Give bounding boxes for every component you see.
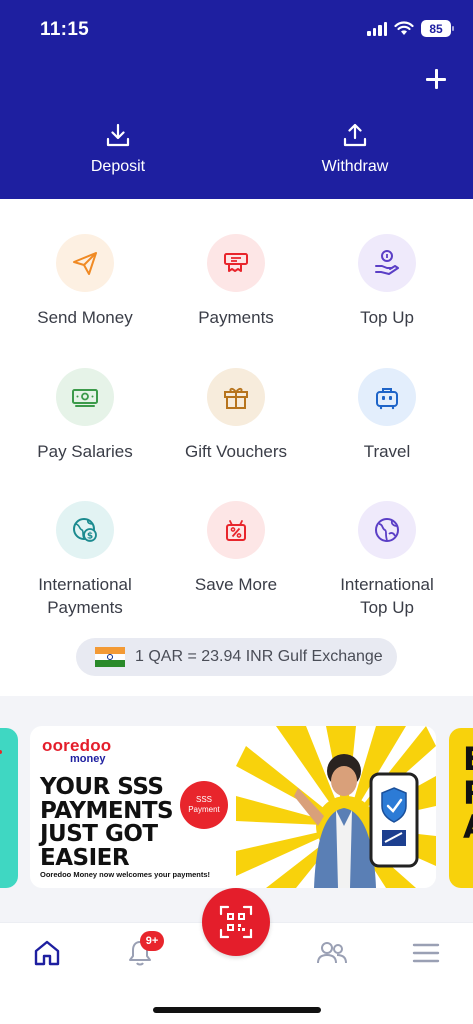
service-payments[interactable]: Payments xyxy=(161,234,311,329)
deposit-button[interactable]: Deposit xyxy=(48,122,188,176)
nav-notifications[interactable]: 9+ xyxy=(120,931,164,973)
signal-icon xyxy=(367,21,387,36)
service-international-top-up[interactable]: International Top Up xyxy=(312,501,462,619)
suitcase-icon xyxy=(376,388,398,410)
travel-icon-bg xyxy=(358,368,416,426)
header-panel: 11:15 85 Deposit Withdraw xyxy=(0,0,473,199)
exchange-rate-text: 1 QAR = 23.94 INR Gulf Exchange xyxy=(135,648,383,665)
india-flag-icon xyxy=(95,647,125,668)
payments-icon-bg xyxy=(207,234,265,292)
previous-banner-peek[interactable] xyxy=(0,728,18,888)
pay-salaries-icon-bg xyxy=(56,368,114,426)
service-save-more[interactable]: Save More xyxy=(161,501,311,596)
banner-tagline: Ooredoo Money now welcomes your payments… xyxy=(40,870,211,879)
save-more-icon-bg xyxy=(207,501,265,559)
international-payments-label: International Payments xyxy=(38,575,132,617)
gift-vouchers-label: Gift Vouchers xyxy=(184,442,288,461)
svg-text:$: $ xyxy=(87,532,93,542)
hand-coin-icon xyxy=(375,250,399,275)
payments-label: Payments xyxy=(198,308,274,327)
notifications-badge: 9+ xyxy=(140,931,164,951)
users-icon xyxy=(317,942,347,964)
gift-box-icon xyxy=(224,387,248,409)
menu-icon xyxy=(412,943,440,963)
add-button[interactable] xyxy=(423,66,449,92)
qr-scan-icon xyxy=(219,905,253,939)
service-pay-salaries[interactable]: Pay Salaries xyxy=(10,368,160,463)
send-money-label: Send Money xyxy=(37,308,133,327)
cash-icon xyxy=(72,389,98,407)
service-send-money[interactable]: Send Money xyxy=(10,234,160,329)
discount-gift-icon xyxy=(226,520,246,541)
upload-tray-icon xyxy=(343,123,367,147)
banner-headline: YOUR SSS PAYMENTS JUST GOT EASIER xyxy=(40,774,174,871)
nav-contacts[interactable] xyxy=(312,933,352,973)
home-icon xyxy=(34,940,60,966)
service-travel[interactable]: Travel xyxy=(312,368,462,463)
international-payments-icon-bg: $ xyxy=(56,501,114,559)
withdraw-label: Withdraw xyxy=(321,158,389,175)
nav-menu[interactable] xyxy=(406,933,446,973)
paper-plane-icon xyxy=(73,252,97,275)
top-up-icon-bg xyxy=(358,234,416,292)
withdraw-button[interactable]: Withdraw xyxy=(285,122,425,176)
home-indicator xyxy=(153,1007,321,1013)
gift-vouchers-icon-bg xyxy=(207,368,265,426)
bill-payment-icon xyxy=(224,253,248,272)
status-icons: 85 xyxy=(367,20,454,37)
next-banner-peek[interactable]: E R A xyxy=(449,728,473,888)
promo-banner[interactable]: ooredoo money YOUR SSS PAYMENTS JUST GOT… xyxy=(30,726,436,888)
globe-dollar-icon: $ xyxy=(73,518,97,542)
money-logo-text: money xyxy=(70,753,106,765)
wifi-icon xyxy=(394,21,414,35)
pay-salaries-label: Pay Salaries xyxy=(37,442,133,461)
international-top-up-icon-bg xyxy=(358,501,416,559)
globe-icon xyxy=(375,518,399,542)
travel-label: Travel xyxy=(363,442,411,461)
battery-indicator: 85 xyxy=(421,20,454,37)
nav-home[interactable] xyxy=(27,933,67,973)
save-more-label: Save More xyxy=(194,575,278,594)
exchange-rate-pill[interactable]: 1 QAR = 23.94 INR Gulf Exchange xyxy=(76,638,397,676)
qr-scan-button[interactable] xyxy=(202,888,270,956)
service-gift-vouchers[interactable]: Gift Vouchers xyxy=(161,368,311,463)
international-top-up-label: International Top Up xyxy=(340,575,434,617)
sss-payment-badge: SSS Payment xyxy=(180,781,228,829)
status-time: 11:15 xyxy=(40,19,90,40)
download-tray-icon xyxy=(106,123,130,147)
service-top-up[interactable]: Top Up xyxy=(312,234,462,329)
deposit-label: Deposit xyxy=(90,158,146,175)
top-up-label: Top Up xyxy=(360,308,414,327)
service-international-payments[interactable]: $ International Payments xyxy=(10,501,160,619)
sunburst-graphic xyxy=(236,726,436,888)
send-money-icon-bg xyxy=(56,234,114,292)
